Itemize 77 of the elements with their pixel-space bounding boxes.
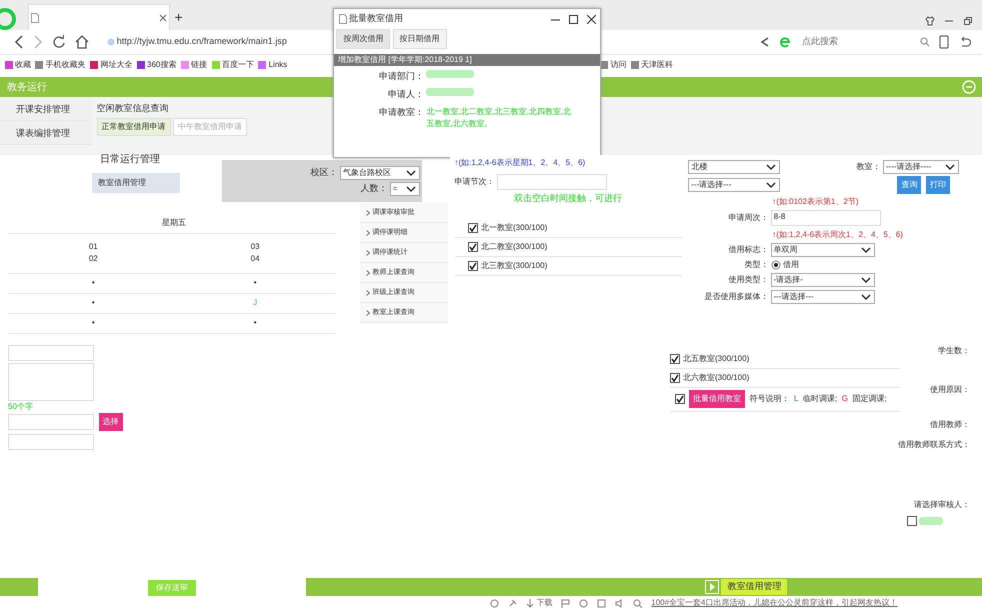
table-cell: J: [174, 293, 336, 313]
table-cell: •: [12, 313, 174, 333]
legend-code: G: [842, 393, 848, 406]
field-label: 教室：: [856, 160, 880, 172]
new-tab-button[interactable]: +: [174, 6, 183, 28]
bookmark-item[interactable]: Links: [258, 59, 288, 71]
dialog-tab[interactable]: 按周次借用: [336, 29, 390, 49]
table-cell: •: [12, 273, 174, 293]
field-label: 申请周次：: [727, 212, 768, 224]
media-select[interactable]: ---请选择---: [770, 290, 874, 304]
field-label: 申请人：: [387, 88, 424, 101]
option-select[interactable]: ---请选择---: [688, 178, 780, 192]
room-label: 北六教室(300/100): [683, 372, 750, 384]
dialog-tab[interactable]: 按日期借用: [392, 29, 446, 49]
field-label: 借用标志：: [727, 244, 768, 256]
table-header: 星期五: [12, 213, 336, 233]
hint-text: ↑(如:1,2,4-6表示周次1、2、4、5、6): [771, 228, 904, 240]
room-select[interactable]: ----请选择----: [882, 160, 959, 174]
address-field[interactable]: http://tyjw.tmu.edu.cn/framework/main1.jsp: [116, 35, 287, 49]
bookmark-item[interactable]: 手机收藏夹: [35, 59, 86, 71]
legend-label: 符号说明：: [750, 393, 790, 406]
bookmark-item[interactable]: 网址大全: [90, 59, 132, 71]
building-select[interactable]: 北楼: [688, 160, 780, 174]
field-label: 使用原因：: [929, 384, 971, 396]
choose-button[interactable]: 选择: [98, 413, 122, 432]
room-label: 北一教室(300/100): [481, 222, 548, 234]
limit-text: 50个字: [8, 401, 34, 414]
table-header: 03 04: [174, 233, 336, 273]
legend-text: 临时调课;: [802, 393, 838, 406]
table-cell: •: [174, 273, 336, 293]
table-cell: •: [12, 293, 174, 313]
field-label: 是否使用多媒体：: [703, 290, 768, 302]
search-field[interactable]: 点此搜索: [800, 34, 920, 50]
use-select[interactable]: -请选择-: [770, 273, 874, 288]
filter-label: 校区：: [310, 166, 338, 180]
filter-select[interactable]: =: [390, 182, 420, 196]
bookmark-item[interactable]: 收藏: [4, 59, 31, 71]
batch-borrow-button[interactable]: 批量借用教室: [689, 390, 745, 408]
app-title: 教务运行: [6, 80, 47, 95]
bookmark-item[interactable]: 天津医科: [630, 59, 673, 71]
bookmark-item[interactable]: 链接: [180, 59, 208, 71]
note-text: 双击空白时间接触，可进行: [513, 192, 623, 205]
radio-option[interactable]: 借用: [770, 259, 799, 271]
hint-text: ↑(如:0102表示第1、2节): [771, 196, 860, 208]
field-label: 申请教室：: [378, 106, 424, 119]
field-label: 使用类型：: [727, 274, 768, 286]
room-label: 北三教室(300/100): [481, 260, 548, 272]
table-cell: •: [174, 313, 336, 333]
field-label: 申请部门：: [378, 70, 424, 83]
hint-text: ↑(如:1,2,4-6表示星期1、2、4、5、6): [454, 157, 586, 170]
table-header: 01 02: [12, 233, 174, 273]
field-label: 申请节次：: [454, 176, 494, 188]
bookmark-item[interactable]: 360搜索: [136, 59, 176, 71]
field-label: 借用教师：: [929, 419, 971, 431]
bookmark-item[interactable]: 百度一下: [212, 59, 254, 71]
filter-label: 人数：: [360, 182, 388, 196]
field-label: 类型：: [743, 259, 768, 271]
dialog-title: 批量教室借用: [348, 12, 404, 26]
field-label: 请选择审核人：: [913, 499, 971, 511]
legend-text: 固定调课;: [852, 393, 887, 406]
room-label: 北五教室(300/100): [683, 353, 750, 365]
dialog-heading: 增加教室借用 [学年学期:2018-2019 1]: [334, 54, 600, 66]
submenu-item[interactable]: 教室借用管理: [92, 173, 180, 193]
download-button[interactable]: 下载: [526, 597, 552, 609]
page-title: 空闲教室信息查询: [96, 102, 170, 115]
room-label: 北二教室(300/100): [481, 241, 548, 253]
field-value: 北一教室,北二教室,北三教室,北四教室,北五教室,北六教室,: [426, 106, 572, 130]
field-label: 借用教师联系方式：: [897, 439, 971, 451]
news-link[interactable]: 100#全宝一套4口出席活动，儿媳在公公灵前穿这样，引起网友热议！: [651, 597, 898, 609]
legend-code: L: [794, 393, 798, 406]
flag-select[interactable]: 单双周: [770, 242, 874, 257]
filter-select[interactable]: 气象台路校区: [340, 166, 420, 180]
page-tab[interactable]: 正常教室借用申请: [96, 118, 170, 136]
week-field[interactable]: 8-8: [770, 210, 880, 226]
submenu-title: 日常运行管理: [100, 152, 160, 167]
field-label: 学生数：: [937, 345, 971, 357]
bottom-tab[interactable]: 教室借用管理: [721, 579, 788, 594]
